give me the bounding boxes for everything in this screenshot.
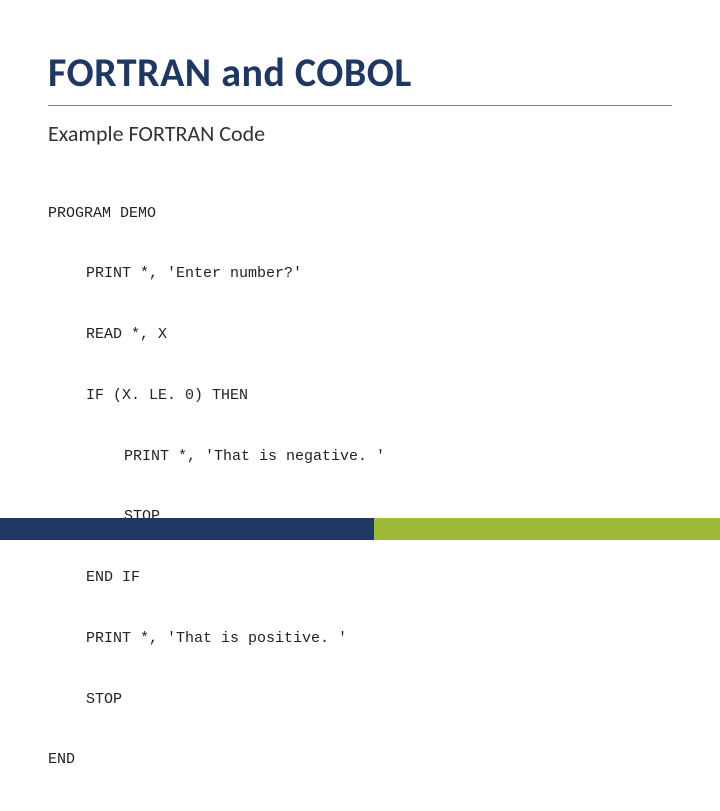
footer-bar-left: [0, 518, 374, 540]
code-line: PROGRAM DEMO: [48, 204, 672, 224]
title-divider: [48, 105, 672, 106]
footer-bar: [0, 518, 720, 540]
code-line: PRINT *, 'That is positive. ': [48, 629, 672, 649]
code-line: IF (X. LE. 0) THEN: [48, 386, 672, 406]
code-block: PROGRAM DEMO PRINT *, 'Enter number?' RE…: [48, 163, 672, 811]
code-line: PRINT *, 'Enter number?': [48, 264, 672, 284]
slide-subtitle: Example FORTRAN Code: [48, 120, 672, 147]
code-line: END: [48, 750, 672, 770]
slide-content: FORTRAN and COBOL Example FORTRAN Code P…: [0, 0, 720, 811]
code-line: END IF: [48, 568, 672, 588]
footer-bar-right: [374, 518, 720, 540]
code-line: STOP: [48, 690, 672, 710]
code-line: PRINT *, 'That is negative. ': [48, 447, 672, 467]
code-line: READ *, X: [48, 325, 672, 345]
slide-title: FORTRAN and COBOL: [48, 48, 672, 97]
